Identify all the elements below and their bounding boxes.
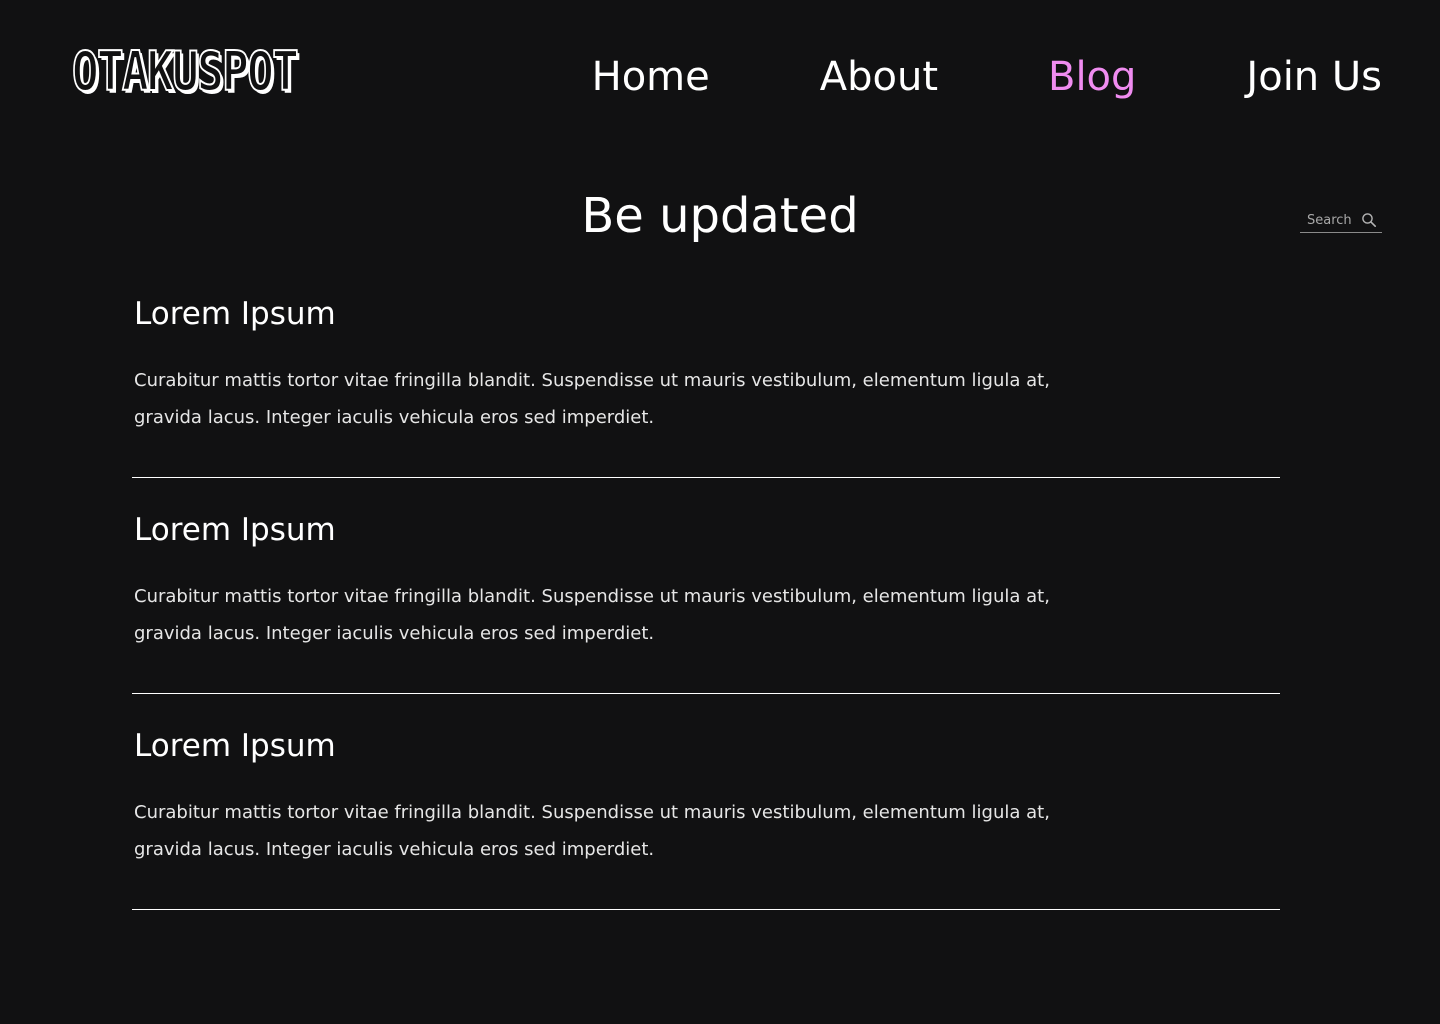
magnifier-icon[interactable] <box>1361 212 1377 228</box>
search-box <box>1300 208 1382 233</box>
page-title: Be updated <box>581 188 859 244</box>
blog-post: Lorem Ipsum Curabitur mattis tortor vita… <box>132 726 1280 910</box>
post-excerpt: Curabitur mattis tortor vitae fringilla … <box>134 586 1050 644</box>
site-logo[interactable]: OTAKUSPOT <box>71 41 299 103</box>
nav-item-home[interactable]: Home <box>592 50 710 104</box>
nav-item-about[interactable]: About <box>820 50 938 104</box>
nav-item-blog[interactable]: Blog <box>1048 50 1136 104</box>
post-title[interactable]: Lorem Ipsum <box>134 726 336 766</box>
blog-post: Lorem Ipsum Curabitur mattis tortor vita… <box>132 294 1280 478</box>
main-nav: Home About Blog Join Us <box>592 50 1382 104</box>
nav-item-join-us[interactable]: Join Us <box>1246 50 1382 104</box>
post-excerpt: Curabitur mattis tortor vitae fringilla … <box>134 370 1050 428</box>
post-title[interactable]: Lorem Ipsum <box>134 294 336 334</box>
post-title[interactable]: Lorem Ipsum <box>134 510 336 550</box>
post-excerpt: Curabitur mattis tortor vitae fringilla … <box>134 802 1050 860</box>
blog-post: Lorem Ipsum Curabitur mattis tortor vita… <box>132 510 1280 694</box>
search-input[interactable] <box>1307 212 1361 228</box>
